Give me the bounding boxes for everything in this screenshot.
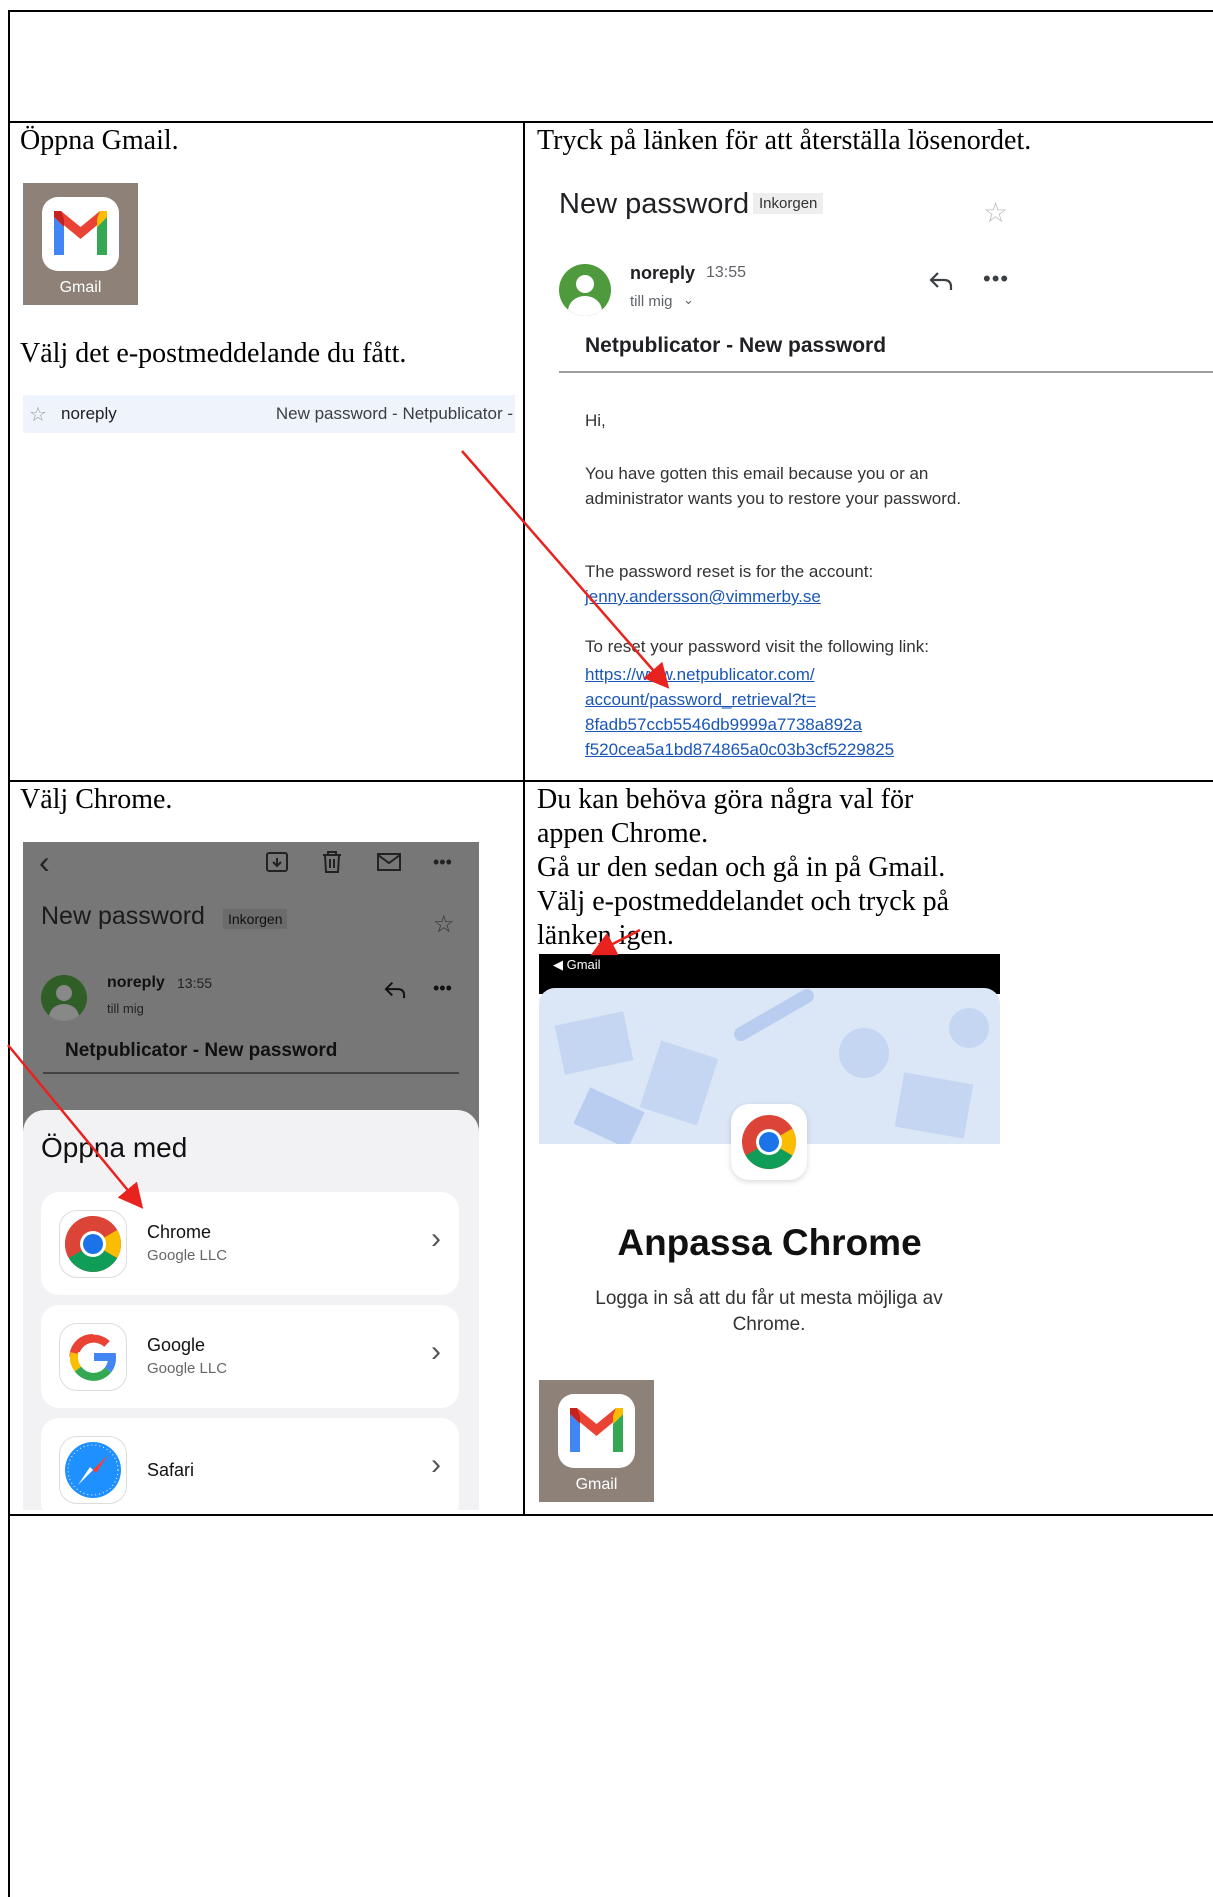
- step1-instruction: Öppna Gmail.: [20, 125, 179, 156]
- email-recipient[interactable]: till mig: [630, 293, 673, 310]
- email-view: New password Inkorgen ☆ noreply 13:55 ti…: [525, 160, 1213, 778]
- inbox-row-preview: New password - Netpublicator -: [275, 404, 513, 423]
- email-heading: Netpublicator - New password: [585, 334, 887, 357]
- app-name: Chrome: [147, 1222, 212, 1242]
- folder-badge[interactable]: Inkorgen: [223, 909, 288, 929]
- email-sender: noreply: [107, 974, 165, 991]
- star-icon[interactable]: ☆: [983, 196, 1008, 229]
- step2-instruction: Välj det e-postmeddelande du fått.: [20, 338, 407, 369]
- back-to-gmail-link[interactable]: ◀ Gmail: [553, 957, 601, 973]
- open-with-sheet: Öppna med Chrome Google LLC › Google Goo…: [23, 1110, 479, 1510]
- safari-icon: [59, 1436, 127, 1504]
- gmail-app-label: Gmail: [575, 1476, 618, 1493]
- heading-divider: [559, 371, 1213, 373]
- chrome-icon: [59, 1210, 127, 1278]
- reply-icon[interactable]: [383, 980, 407, 1000]
- gmail-app-icon[interactable]: Gmail: [539, 1380, 654, 1502]
- step3-instruction: Tryck på länken för att återställa lösen…: [537, 125, 1032, 156]
- email-subject: New password: [41, 902, 205, 930]
- gmail-app-icon[interactable]: Gmail: [23, 183, 138, 305]
- avatar: [41, 975, 87, 1021]
- more-options-icon[interactable]: •••: [983, 266, 1009, 292]
- open-with-screenshot: ‹ ••• New password Inkorgen ☆ noreply 13…: [23, 842, 479, 1510]
- app-vendor: Google LLC: [147, 1247, 228, 1264]
- gmail-logo-icon: [570, 1408, 623, 1452]
- mail-icon[interactable]: [376, 852, 402, 872]
- email-body-2: The password reset is for the account:: [585, 562, 874, 581]
- inbox-row-sender: noreply: [61, 404, 117, 423]
- more-options-icon[interactable]: •••: [433, 852, 452, 873]
- email-subject: New password: [559, 188, 750, 220]
- reset-link[interactable]: https://www.netpublicator.com/ account/p…: [585, 662, 894, 762]
- star-icon[interactable]: ☆: [29, 402, 47, 426]
- trash-icon[interactable]: [321, 850, 343, 874]
- chrome-setup-subtitle: Logga in så att du får ut mesta möjliga …: [595, 1288, 943, 1335]
- inbox-email-row[interactable]: ☆ noreply New password - Netpublicator -: [23, 395, 515, 433]
- email-heading: Netpublicator - New password: [65, 1040, 338, 1061]
- email-time: 13:55: [706, 264, 747, 281]
- back-arrow-icon[interactable]: ‹: [39, 844, 50, 881]
- chrome-icon: [731, 1104, 807, 1180]
- star-icon[interactable]: ☆: [433, 910, 455, 938]
- open-with-option-chrome[interactable]: Chrome Google LLC ›: [41, 1192, 459, 1295]
- email-body-3: To reset your password visit the followi…: [585, 637, 929, 656]
- email-sender: noreply: [630, 263, 696, 283]
- app-vendor: Google LLC: [147, 1360, 228, 1377]
- gmail-app-label: Gmail: [59, 279, 102, 296]
- email-recipient[interactable]: till mig: [107, 1001, 144, 1016]
- step5-instruction: Du kan behöva göra några val för appen C…: [537, 784, 950, 951]
- chevron-right-icon: ›: [431, 1448, 441, 1481]
- app-name: Safari: [147, 1460, 195, 1480]
- reply-icon[interactable]: [928, 270, 954, 292]
- chevron-down-icon[interactable]: ⌄: [683, 292, 694, 308]
- folder-badge[interactable]: Inkorgen: [753, 193, 824, 214]
- avatar: [559, 264, 611, 316]
- email-body-1: You have gotten this email because you o…: [585, 464, 962, 508]
- account-email-link[interactable]: jenny.andersson@vimmerby.se: [585, 587, 821, 607]
- chrome-setup-title: Anpassa Chrome: [617, 1222, 922, 1263]
- gmail-logo-icon: [54, 211, 107, 255]
- chevron-right-icon: ›: [431, 1335, 441, 1368]
- step4-instruction: Välj Chrome.: [20, 784, 173, 815]
- app-name: Google: [147, 1335, 206, 1355]
- email-greeting: Hi,: [585, 411, 606, 430]
- archive-icon[interactable]: [265, 850, 289, 874]
- open-with-option-safari[interactable]: Safari ›: [41, 1418, 459, 1510]
- open-with-option-google[interactable]: Google Google LLC ›: [41, 1305, 459, 1408]
- open-with-title: Öppna med: [41, 1132, 188, 1163]
- chevron-right-icon: ›: [431, 1222, 441, 1255]
- google-icon: [59, 1323, 127, 1391]
- email-time: 13:55: [177, 975, 213, 991]
- more-options-icon[interactable]: •••: [433, 978, 452, 999]
